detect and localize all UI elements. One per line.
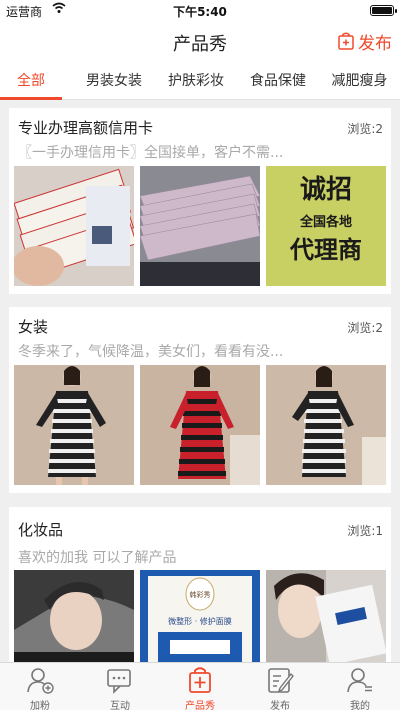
- cash-bundle-photo: [140, 166, 260, 286]
- view-count: 浏览:2: [347, 321, 383, 335]
- striped-dress-black-photo: [14, 365, 134, 485]
- face-mask-product-photo: 韩彩秀 微整形 · 修护面膜: [140, 570, 260, 667]
- add-user-icon: [27, 668, 54, 694]
- tab-food-health[interactable]: 食品保健: [237, 62, 319, 100]
- striped-dress-black-side-photo: [266, 365, 386, 485]
- navigation-bar: 产品秀 发布: [0, 20, 400, 62]
- poster-line3: 代理商: [289, 236, 362, 264]
- post-image[interactable]: [266, 365, 386, 485]
- tab-product-show-label: 产品秀: [185, 701, 215, 710]
- post-image[interactable]: 韩彩秀 微整形 · 修护面膜: [140, 570, 260, 667]
- post-image[interactable]: [14, 365, 134, 485]
- tab-add-fans-label: 加粉: [30, 701, 50, 710]
- tab-add-fans[interactable]: 加粉: [0, 663, 80, 710]
- tab-slimming[interactable]: 减肥瘦身: [319, 62, 400, 100]
- edit-icon: [268, 668, 294, 693]
- agent-recruit-poster: 诚招 全国各地 代理商: [266, 166, 386, 286]
- tab-publish-label: 发布: [270, 701, 290, 710]
- tab-apparel[interactable]: 男装女装: [73, 62, 155, 100]
- post-title: 化妆品: [18, 521, 64, 539]
- status-bar: 运营商 下午5:40: [0, 0, 400, 20]
- bag-plus-icon: [338, 32, 354, 50]
- publish-button[interactable]: 发布: [338, 28, 392, 54]
- product-tag-text: 微整形 · 修护面膜: [168, 616, 232, 626]
- status-time: 下午5:40: [173, 5, 227, 19]
- tab-mine-label: 我的: [350, 701, 370, 710]
- credit-card-stack-photo: [14, 166, 134, 286]
- active-tab-indicator: [0, 97, 62, 100]
- tab-product-show[interactable]: 产品秀: [160, 663, 240, 710]
- publish-label: 发布: [358, 33, 392, 54]
- post-description: 喜欢的加我 可以了解产品: [18, 550, 177, 566]
- bottom-tab-bar: 加粉 互动 产品秀 发布 我的: [0, 662, 400, 710]
- bag-plus-icon: [189, 667, 211, 693]
- post-card[interactable]: 专业办理高额信用卡 浏览:2 〖一手办理信用卡〗全国接单，客户不需... 诚招 …: [9, 108, 391, 294]
- product-brand-text: 韩彩秀: [190, 590, 211, 599]
- post-image[interactable]: [14, 166, 134, 286]
- chat-icon: [107, 669, 131, 694]
- tab-interact[interactable]: 互动: [80, 663, 160, 710]
- post-image[interactable]: [140, 166, 260, 286]
- model-portrait-photo: [14, 570, 134, 667]
- post-image[interactable]: [266, 570, 386, 667]
- tab-publish[interactable]: 发布: [240, 663, 320, 710]
- tab-mine[interactable]: 我的: [320, 663, 400, 710]
- user-icon: [347, 668, 372, 693]
- striped-dress-red-photo: [140, 365, 260, 485]
- post-card[interactable]: 女装 浏览:2 冬季来了，气候降温，美女们，看看有没...: [9, 307, 391, 493]
- view-count: 浏览:2: [347, 122, 383, 136]
- selfie-with-mask-photo: [266, 570, 386, 667]
- post-title: 专业办理高额信用卡: [18, 119, 154, 137]
- tab-skincare[interactable]: 护肤彩妆: [155, 62, 237, 100]
- poster-line2: 全国各地: [299, 214, 352, 230]
- post-image[interactable]: 诚招 全国各地 代理商: [266, 166, 386, 286]
- tab-interact-label: 互动: [110, 701, 130, 710]
- poster-line1: 诚招: [300, 175, 352, 205]
- post-description: 〖一手办理信用卡〗全国接单，客户不需...: [18, 145, 284, 161]
- post-description: 冬季来了，气候降温，美女们，看看有没...: [18, 344, 284, 360]
- battery-icon: [370, 5, 397, 16]
- post-image[interactable]: [14, 570, 134, 667]
- view-count: 浏览:1: [347, 524, 383, 538]
- post-image[interactable]: [140, 365, 260, 485]
- tab-all[interactable]: 全部: [0, 62, 62, 100]
- category-tabs: 全部 男装女装 护肤彩妆 食品保健 减肥瘦身: [0, 62, 400, 100]
- post-card[interactable]: 化妆品 浏览:1 喜欢的加我 可以了解产品 韩彩秀 微整形 · 修护面膜: [9, 507, 391, 667]
- post-title: 女装: [18, 318, 49, 336]
